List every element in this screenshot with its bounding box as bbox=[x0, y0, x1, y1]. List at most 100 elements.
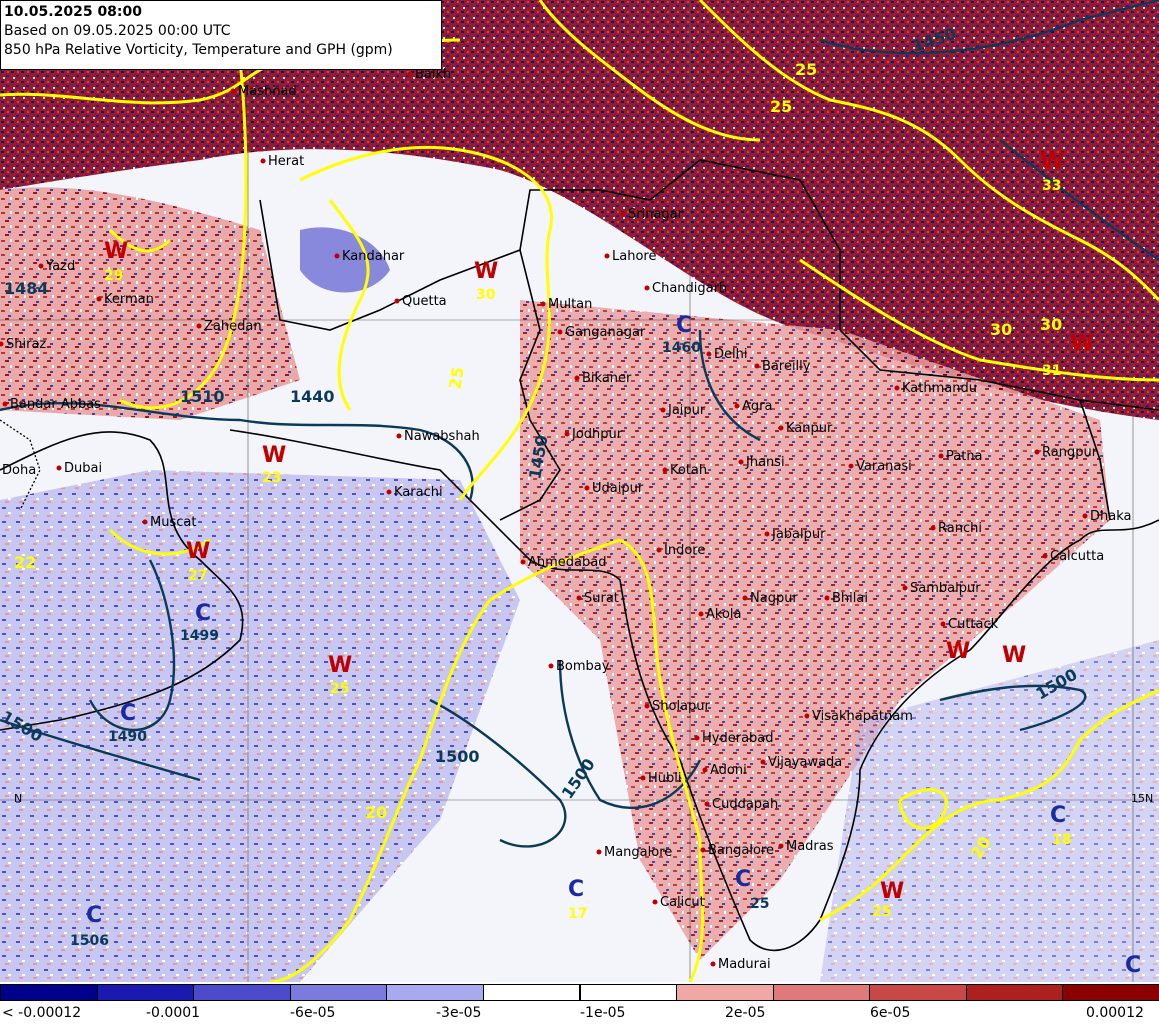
gph-label: 1440 bbox=[290, 387, 335, 406]
city-marker bbox=[38, 263, 44, 269]
cold-center-marker: C bbox=[568, 877, 584, 902]
weather-map-page: 15N N 1450 1500 1500 1500 1510 1440 1500… bbox=[0, 0, 1159, 1024]
colorbar-swatch bbox=[676, 984, 774, 1001]
city-label: Yazd bbox=[45, 259, 75, 274]
city-marker bbox=[96, 296, 102, 302]
gph-label: 1484 bbox=[4, 279, 49, 298]
cold-center-marker: C bbox=[676, 313, 692, 338]
city-label: Patna bbox=[946, 449, 983, 464]
temp-label: 20 bbox=[365, 803, 387, 822]
warm-center-temp: 25 bbox=[330, 681, 349, 697]
city-label: Calcutta bbox=[1050, 549, 1104, 564]
colorbar-label: 2e-05 bbox=[725, 1005, 766, 1021]
city-marker bbox=[644, 285, 650, 291]
cold-center-marker: C bbox=[735, 867, 751, 892]
warm-center-temp: 25 bbox=[872, 904, 891, 920]
valid-time: 10.05.2025 08:00 bbox=[4, 4, 143, 20]
temp-label: 25 bbox=[795, 60, 817, 79]
city-label: Hyderabad bbox=[702, 731, 774, 746]
city-label: Nagpur bbox=[750, 591, 798, 606]
city-marker bbox=[662, 467, 668, 473]
city-marker bbox=[574, 375, 580, 381]
city-marker bbox=[396, 433, 402, 439]
city-marker bbox=[260, 158, 266, 164]
cold-center-marker: C bbox=[1050, 803, 1066, 828]
city-marker bbox=[734, 403, 740, 409]
city-label: Quetta bbox=[402, 294, 447, 309]
city-marker bbox=[700, 847, 706, 853]
map-description: 850 hPa Relative Vorticity, Temperature … bbox=[4, 42, 393, 58]
city-label: Udaipur bbox=[592, 481, 644, 496]
city-label: Ganganagar bbox=[565, 325, 646, 340]
city-label: Akola bbox=[706, 607, 742, 622]
city-marker bbox=[710, 961, 716, 967]
map-header: 10.05.2025 08:00 Based on 09.05.2025 00:… bbox=[0, 0, 442, 70]
city-label: Herat bbox=[268, 154, 304, 169]
cold-center-marker: C bbox=[195, 601, 211, 626]
colorbar-swatch bbox=[0, 984, 98, 1001]
city-marker bbox=[2, 401, 8, 407]
temp-label: 30 bbox=[990, 320, 1012, 339]
colorbar-swatch bbox=[1062, 984, 1159, 1001]
city-marker bbox=[576, 595, 582, 601]
city-label: Calicut bbox=[660, 895, 705, 910]
city-label: Ahmedabad bbox=[528, 555, 606, 570]
city-label: Kotah bbox=[670, 463, 707, 478]
city-label: Hubli bbox=[648, 771, 682, 786]
city-label: Surat bbox=[584, 591, 619, 606]
city-marker bbox=[604, 253, 610, 259]
city-label: Adoni bbox=[710, 763, 747, 778]
warm-center-temp: 30 bbox=[476, 287, 496, 303]
city-marker bbox=[824, 595, 830, 601]
city-marker bbox=[894, 385, 900, 391]
gph-label: 1510 bbox=[180, 387, 225, 406]
warm-center-marker: W bbox=[262, 443, 286, 468]
city-marker bbox=[738, 459, 744, 465]
colorbar-swatch bbox=[193, 984, 291, 1001]
warm-center-temp: 23 bbox=[262, 470, 281, 486]
city-marker bbox=[1042, 553, 1048, 559]
city-label: Chandigarh bbox=[652, 281, 727, 296]
cold-center-gph: 1460 bbox=[662, 340, 701, 356]
city-marker bbox=[620, 211, 626, 217]
city-label: Zahedan bbox=[204, 319, 262, 334]
city-marker bbox=[334, 253, 340, 259]
city-label: Bhilai bbox=[832, 591, 868, 606]
city-marker bbox=[698, 611, 704, 617]
city-marker bbox=[694, 735, 700, 741]
cold-center-marker: C bbox=[86, 903, 102, 928]
model-run: Based on 09.05.2025 00:00 UTC bbox=[4, 23, 231, 39]
city-label: Bikaner bbox=[582, 371, 632, 386]
warm-center-marker: W bbox=[1040, 149, 1064, 174]
city-marker bbox=[548, 663, 554, 669]
city-label: Kandahar bbox=[342, 249, 405, 264]
city-marker bbox=[230, 88, 236, 94]
warm-center-marker: W bbox=[946, 639, 970, 664]
colorbar-label: 6e-05 bbox=[870, 1005, 911, 1021]
city-marker bbox=[142, 519, 148, 525]
city-label: Visakhapatnam bbox=[812, 709, 913, 724]
gridline-label-15n: 15N bbox=[1131, 792, 1153, 805]
city-label: Varanasi bbox=[856, 459, 912, 474]
colorbar-label: -3e-05 bbox=[436, 1005, 482, 1021]
cold-center-gph: 1506 bbox=[70, 933, 109, 949]
city-label: Dubai bbox=[64, 461, 102, 476]
city-label: Kathmandu bbox=[902, 381, 977, 396]
city-label: Dhaka bbox=[1090, 509, 1131, 524]
city-marker bbox=[902, 585, 908, 591]
warm-center-temp: 29 bbox=[104, 268, 123, 284]
colorbar-swatch bbox=[579, 984, 678, 1001]
temp-label: 25 bbox=[445, 365, 468, 390]
colorbar-swatch bbox=[96, 984, 195, 1001]
temp-label: 22 bbox=[14, 553, 36, 572]
city-label: Nawabshah bbox=[404, 429, 480, 444]
cold-center-marker: C bbox=[1125, 953, 1141, 978]
warm-center-temp: 31 bbox=[1042, 363, 1061, 379]
city-label: Ranchi bbox=[938, 521, 982, 536]
city-marker bbox=[940, 621, 946, 627]
city-label: Vijayawada bbox=[768, 755, 842, 770]
cold-center-gph: 1499 bbox=[180, 628, 219, 644]
colorbar-swatch bbox=[965, 984, 1064, 1001]
city-label: Agra bbox=[742, 399, 772, 414]
warm-center-marker: W bbox=[880, 879, 904, 904]
